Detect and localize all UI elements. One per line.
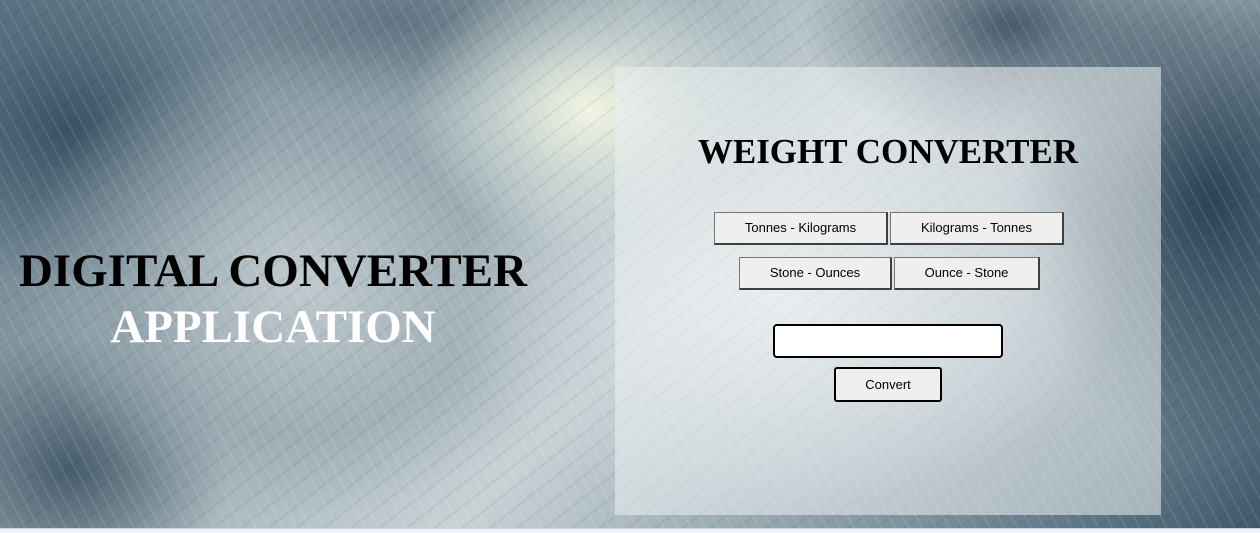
page: DIGITAL CONVERTER APPLICATION WEIGHT CON… — [0, 0, 1260, 533]
converter-heading: WEIGHT CONVERTER — [697, 132, 1079, 171]
converter-panel: WEIGHT CONVERTER Tonnes - Kilograms Kilo… — [615, 67, 1161, 515]
kilograms-to-tonnes-button[interactable]: Kilograms - Tonnes — [890, 212, 1064, 245]
value-input[interactable] — [773, 324, 1003, 358]
stone-to-ounces-button[interactable]: Stone - Ounces — [739, 257, 892, 290]
tonnes-to-kilograms-button[interactable]: Tonnes - Kilograms — [714, 212, 888, 245]
convert-button[interactable]: Convert — [834, 367, 942, 402]
app-title-line1: DIGITAL CONVERTER — [18, 245, 528, 297]
page-bottom-edge — [0, 528, 1260, 533]
app-title: DIGITAL CONVERTER APPLICATION — [0, 243, 546, 355]
ounce-to-stone-button[interactable]: Ounce - Stone — [894, 257, 1040, 290]
app-title-line2: APPLICATION — [110, 301, 436, 353]
